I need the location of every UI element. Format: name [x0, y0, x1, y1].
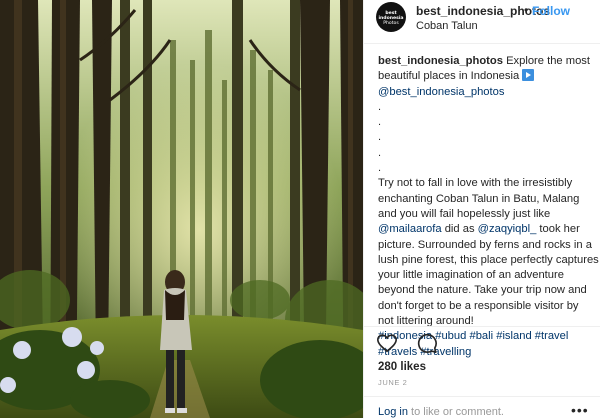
location-link[interactable]: Coban Talun — [416, 20, 478, 32]
comment-icon[interactable] — [416, 332, 438, 354]
caption-text: your little imagination of an adventure — [378, 269, 564, 282]
post-sidebar: best indonesia Photos best_indonesia_pho… — [363, 0, 600, 418]
mention-link[interactable]: @best_indonesia_photos — [378, 86, 504, 98]
caption-text: and you will fail hopelessly just like — [378, 207, 551, 220]
forest-photo-image — [0, 0, 363, 418]
divider — [364, 396, 600, 397]
caption-text: don't forget to be a responsible visitor… — [378, 299, 579, 312]
caption-text: not littering around! — [378, 315, 474, 328]
caption-dot: . — [378, 100, 382, 113]
heart-icon[interactable] — [376, 332, 398, 354]
login-prompt: Log in to like or comment. — [378, 406, 504, 418]
avatar[interactable]: best indonesia Photos — [376, 2, 406, 32]
post-photo[interactable] — [0, 0, 363, 418]
mention-link[interactable]: @zaqyiqbl_ — [478, 223, 537, 235]
post-header: best indonesia Photos best_indonesia_pho… — [364, 0, 600, 44]
login-link[interactable]: Log in — [378, 406, 408, 418]
caption-text: beyond the nature. Take your trip now an… — [378, 284, 587, 297]
caption-text: Try not to fall in love with the irresis… — [378, 177, 573, 190]
caption-username-link[interactable]: best_indonesia_photos — [378, 55, 503, 67]
follow-button[interactable]: Follow — [532, 4, 570, 18]
caption-text: Explore the most — [506, 55, 591, 67]
play-emoji-icon — [522, 69, 535, 82]
username-link[interactable]: best_indonesia_photos — [416, 4, 550, 18]
divider — [364, 326, 600, 327]
caption-text: lush pine forest, this place perfectly c… — [378, 253, 599, 266]
mention-link[interactable]: @mailaarofa — [378, 223, 442, 235]
likes-count[interactable]: 280 likes — [378, 361, 426, 373]
login-prompt-text: to like or comment. — [407, 406, 504, 418]
caption-dot: . — [378, 146, 382, 159]
post-date[interactable]: JUNE 2 — [378, 378, 407, 387]
more-options-icon[interactable]: ••• — [571, 402, 589, 418]
hashtag-link[interactable]: #island — [496, 330, 531, 342]
caption-text: picture. Surrounded by ferns and rocks i… — [378, 238, 592, 251]
caption-dot: . — [378, 116, 382, 129]
separator-dot: • — [524, 3, 529, 17]
avatar-text-line: Photos — [383, 21, 399, 26]
caption-dot: . — [378, 162, 382, 175]
caption-text: took her — [536, 223, 580, 236]
action-bar — [376, 332, 452, 354]
caption-dot: . — [378, 131, 382, 144]
caption-text: beautiful places in Indonesia — [378, 70, 520, 83]
post-caption: best_indonesia_photos Explore the most b… — [378, 54, 599, 360]
hashtag-link[interactable]: #bali — [469, 330, 493, 342]
caption-text: did as — [441, 223, 478, 236]
caption-text: enchanting Coban Talun in Batu, Malang — [378, 192, 580, 205]
hashtag-link[interactable]: #travel — [535, 330, 569, 342]
